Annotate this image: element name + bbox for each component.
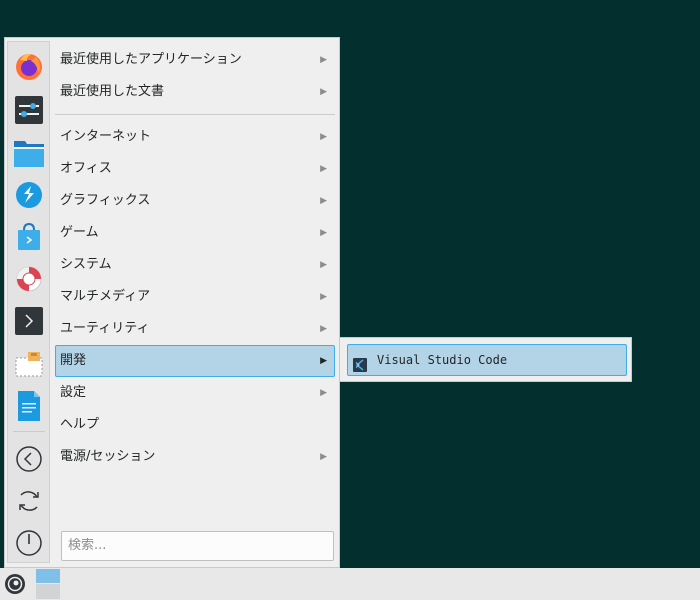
chevron-right-icon: ▶ xyxy=(320,87,327,97)
submenu-item-label: Visual Studio Code xyxy=(377,353,508,367)
file-manager-icon[interactable] xyxy=(14,138,44,168)
menu-item-help[interactable]: ヘルプ xyxy=(55,409,335,441)
desktop-1[interactable] xyxy=(36,569,60,583)
menu-item-multimedia[interactable]: マルチメディア ▶ xyxy=(55,281,335,313)
menu-item-label: オフィス xyxy=(60,161,112,176)
shutdown-icon[interactable] xyxy=(14,528,44,558)
development-submenu: Visual Studio Code xyxy=(339,337,632,382)
search-box[interactable] xyxy=(61,531,334,561)
menu-item-label: 最近使用した文書 xyxy=(60,84,165,99)
menu-item-label: ゲーム xyxy=(60,225,99,240)
menu-item-label: インターネット xyxy=(60,129,152,144)
discover-icon[interactable] xyxy=(14,180,44,210)
chevron-right-icon: ▶ xyxy=(320,260,327,270)
logout-icon[interactable] xyxy=(14,444,44,474)
search-input[interactable] xyxy=(68,538,318,553)
menu-item-recent-applications[interactable]: 最近使用したアプリケーション ▶ xyxy=(55,44,335,76)
screenshot-icon[interactable] xyxy=(14,349,44,379)
menu-item-label: マルチメディア xyxy=(60,289,151,304)
desktop-2[interactable] xyxy=(36,584,60,599)
help-lifebuoy-icon[interactable] xyxy=(14,264,44,294)
menu-item-label: グラフィックス xyxy=(60,193,151,208)
menu-separator xyxy=(55,114,335,115)
application-launcher-icon[interactable] xyxy=(4,573,26,599)
chevron-right-icon: ▶ xyxy=(320,228,327,238)
chevron-right-icon: ▶ xyxy=(320,132,327,142)
restart-icon[interactable] xyxy=(14,486,44,516)
submenu-item-visual-studio-code[interactable]: Visual Studio Code xyxy=(347,344,627,376)
application-menu: 最近使用したアプリケーション ▶ 最近使用した文書 ▶ インターネット ▶ オフ… xyxy=(4,37,340,568)
menu-item-games[interactable]: ゲーム ▶ xyxy=(55,217,335,249)
firefox-icon[interactable] xyxy=(14,51,44,81)
menu-item-settings[interactable]: 設定 ▶ xyxy=(55,377,335,409)
menu-item-development[interactable]: 開発 ▶ xyxy=(55,345,335,377)
menu-item-label: 電源/セッション xyxy=(60,449,156,464)
store-icon[interactable] xyxy=(14,222,44,252)
menu-item-utilities[interactable]: ユーティリティ ▶ xyxy=(55,313,335,345)
menu-item-graphics[interactable]: グラフィックス ▶ xyxy=(55,185,335,217)
chevron-right-icon: ▶ xyxy=(320,55,327,65)
chevron-right-icon: ▶ xyxy=(320,452,327,462)
terminal-icon[interactable] xyxy=(14,306,44,336)
menu-item-label: システム xyxy=(60,257,112,272)
menu-item-power-session[interactable]: 電源/セッション ▶ xyxy=(55,441,335,473)
settings-icon[interactable] xyxy=(14,95,44,125)
chevron-right-icon: ▶ xyxy=(320,324,327,334)
menu-item-recent-documents[interactable]: 最近使用した文書 ▶ xyxy=(55,76,335,108)
vscode-icon xyxy=(353,353,367,383)
menu-item-label: 設定 xyxy=(60,385,87,400)
chevron-right-icon: ▶ xyxy=(320,356,327,366)
taskbar xyxy=(0,568,700,600)
favorites-bar xyxy=(7,41,50,563)
virtual-desktop-pager[interactable] xyxy=(36,569,60,599)
menu-item-label: 開発 xyxy=(60,353,87,368)
chevron-right-icon: ▶ xyxy=(320,292,327,302)
menu-item-office[interactable]: オフィス ▶ xyxy=(55,153,335,185)
chevron-right-icon: ▶ xyxy=(320,196,327,206)
text-editor-icon[interactable] xyxy=(14,391,44,421)
favorites-separator xyxy=(13,431,45,432)
chevron-right-icon: ▶ xyxy=(320,164,327,174)
menu-item-system[interactable]: システム ▶ xyxy=(55,249,335,281)
chevron-right-icon: ▶ xyxy=(320,388,327,398)
menu-item-label: ユーティリティ xyxy=(60,321,150,336)
menu-item-label: ヘルプ xyxy=(60,417,100,432)
menu-item-label: 最近使用したアプリケーション xyxy=(60,52,242,67)
menu-item-internet[interactable]: インターネット ▶ xyxy=(55,121,335,153)
